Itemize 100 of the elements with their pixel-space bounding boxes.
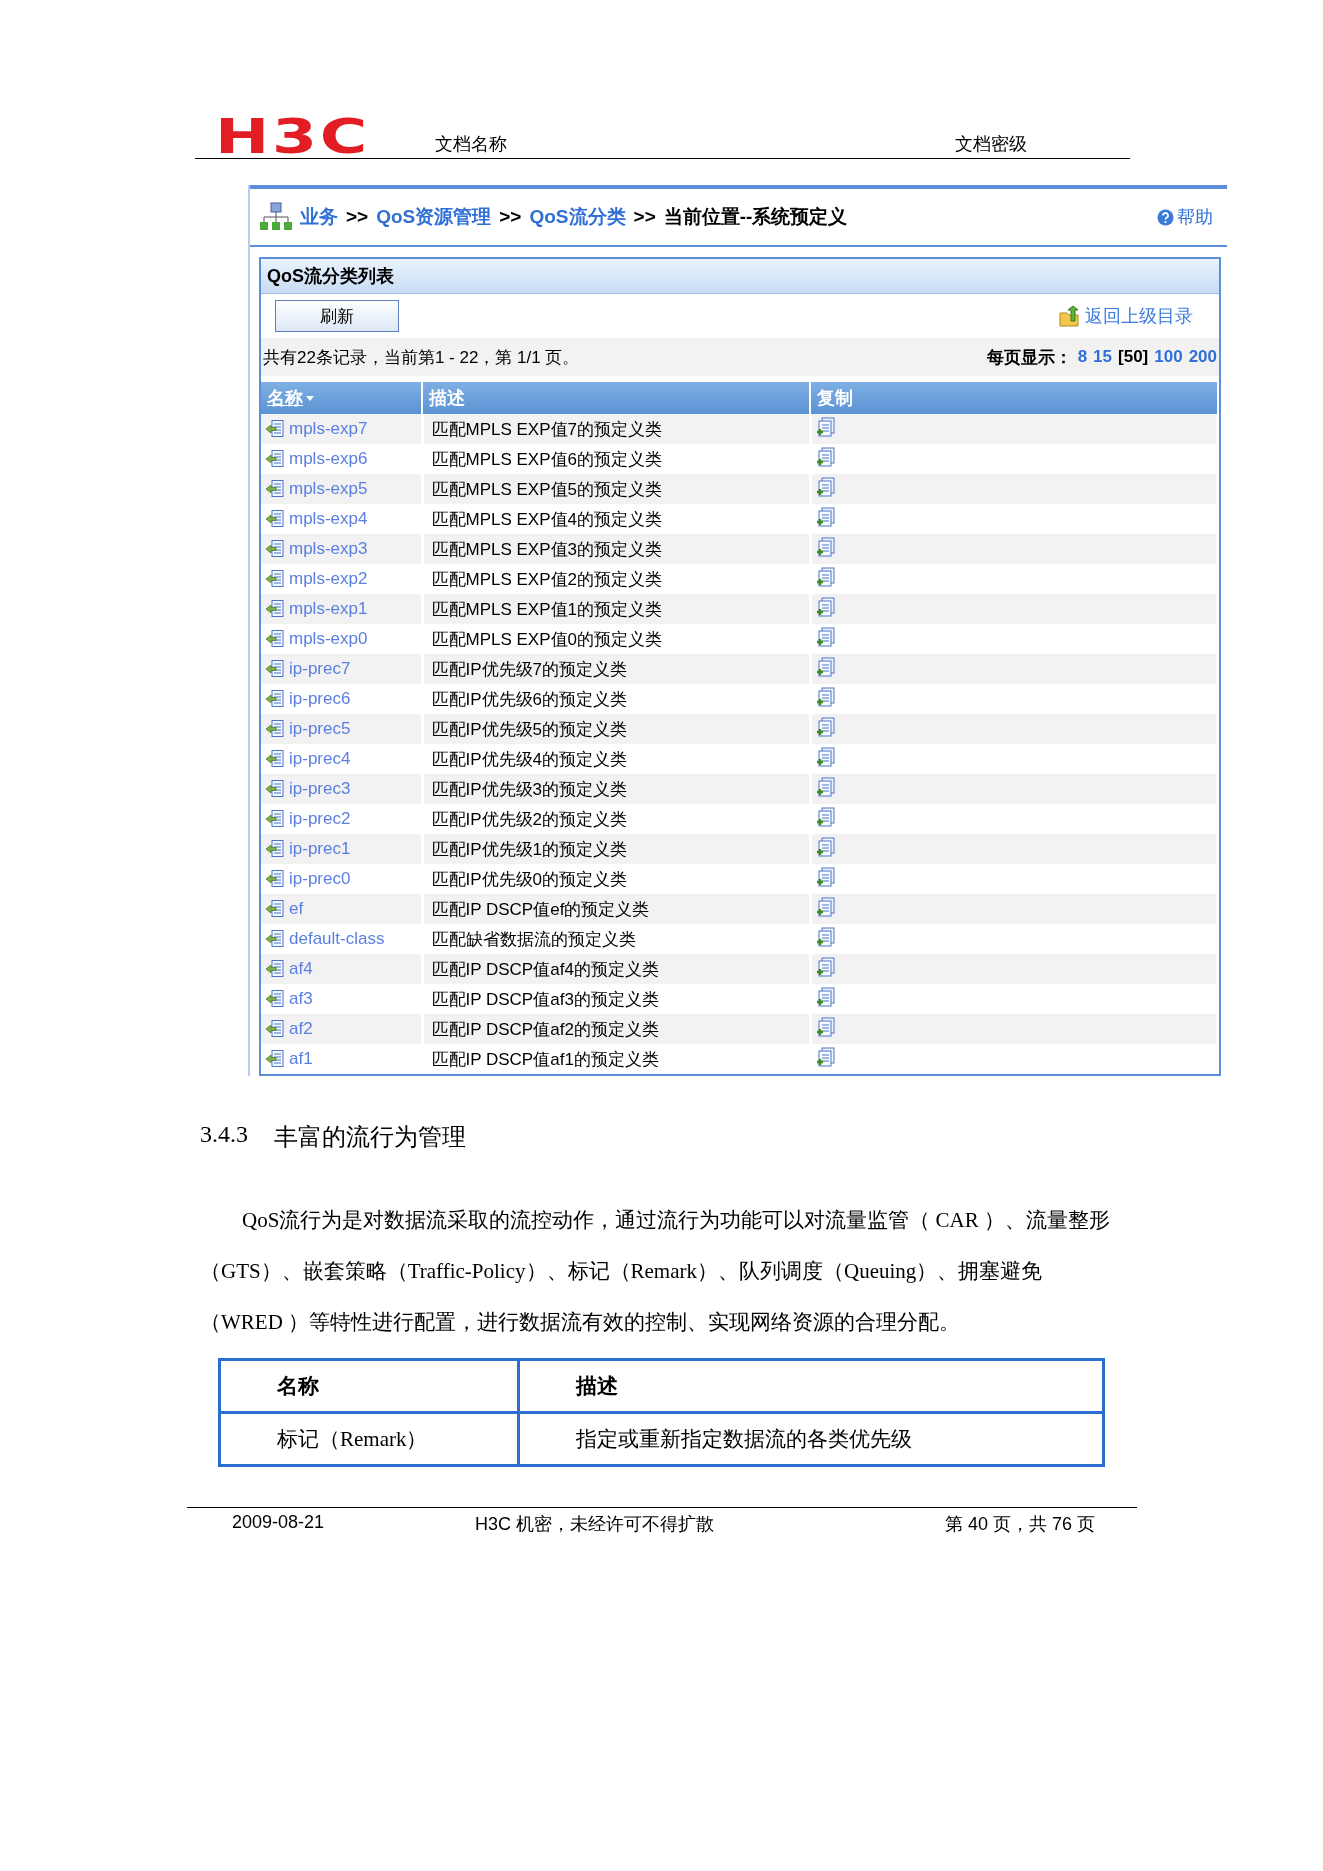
description-cell: 匹配IP DSCP值af2的预定义类 [431, 1019, 659, 1039]
breadcrumb-separator: >> [499, 206, 522, 228]
class-name-link[interactable]: ip-prec0 [289, 869, 351, 889]
document-arrow-icon [265, 989, 285, 1009]
breadcrumb-link[interactable]: 业务 [300, 204, 338, 230]
description-cell: 匹配MPLS EXP值7的预定义类 [431, 419, 662, 439]
document-arrow-icon [265, 869, 285, 889]
copy-icon[interactable] [815, 776, 836, 797]
current-location: 当前位置--系统预定义 [663, 205, 848, 229]
section-number: 3.4.3 [200, 1121, 248, 1149]
copy-icon[interactable] [815, 596, 836, 617]
back-link[interactable]: 返回上级目录 [1059, 304, 1193, 328]
copy-icon[interactable] [815, 566, 836, 587]
copy-icon[interactable] [815, 506, 836, 527]
class-name-link[interactable]: mpls-exp0 [289, 629, 368, 649]
document-arrow-icon [265, 899, 285, 919]
folder-up-icon [1059, 305, 1081, 327]
copy-icon[interactable] [815, 986, 836, 1007]
document-arrow-icon [265, 449, 285, 469]
document-arrow-icon [265, 689, 285, 709]
copy-icon[interactable] [815, 716, 836, 737]
class-name-link[interactable]: af3 [289, 989, 313, 1009]
copy-icon[interactable] [815, 536, 836, 557]
section-title: 丰富的流行为管理 [274, 1123, 466, 1152]
copy-icon[interactable] [815, 446, 836, 467]
body-paragraph: QoS流行为是对数据流采取的流控动作，通过流行为功能可以对流量监管（ CAR ）、流量整形（GTS）、嵌套策略（Traffic-Policy）、标记（Remark）、队列调度（Queuing）、拥塞避免（WRED ）等特性进行配置，进行数据流有效的控制、实现网络资源的合理分配。 [200, 1207, 1112, 1336]
document-arrow-icon [265, 779, 285, 799]
class-name-link[interactable]: ip-prec2 [289, 809, 351, 829]
document-arrow-icon [265, 1019, 285, 1039]
description-cell: 匹配IP优先级0的预定义类 [431, 869, 628, 889]
breadcrumb-separator: >> [346, 206, 369, 228]
copy-icon[interactable] [815, 746, 836, 767]
class-name-link[interactable]: default-class [289, 929, 385, 949]
copy-icon[interactable] [815, 476, 836, 497]
breadcrumb-link[interactable]: QoS流分类 [529, 204, 626, 230]
page-size-label: 每页显示： [986, 346, 1072, 369]
column-header: 复制 [817, 388, 853, 408]
document-arrow-icon [265, 659, 285, 679]
breadcrumb-separator: >> [633, 206, 656, 228]
document-arrow-icon [265, 749, 285, 769]
description-cell: 匹配缺省数据流的预定义类 [431, 929, 636, 949]
class-name-link[interactable]: ef [289, 899, 304, 919]
description-cell: 匹配MPLS EXP值3的预定义类 [431, 539, 662, 559]
document-arrow-icon [265, 569, 285, 589]
copy-icon[interactable] [815, 866, 836, 887]
refresh-button[interactable]: 刷新 [275, 300, 399, 332]
class-name-link[interactable]: ip-prec6 [289, 689, 351, 709]
copy-icon[interactable] [815, 686, 836, 707]
page-size-option[interactable]: [50] [1118, 347, 1149, 367]
sitemap-icon [260, 202, 292, 232]
copy-icon[interactable] [815, 656, 836, 677]
class-name-link[interactable]: mpls-exp4 [289, 509, 368, 529]
class-name-link[interactable]: mpls-exp2 [289, 569, 368, 589]
description-cell: 匹配IP优先级4的预定义类 [431, 749, 628, 769]
page-size-option[interactable]: 8 [1077, 347, 1088, 367]
document-name-label: 文档名称 [435, 133, 508, 156]
copy-icon[interactable] [815, 896, 836, 917]
class-name-link[interactable]: ip-prec4 [289, 749, 351, 769]
description-cell: 匹配IP优先级1的预定义类 [431, 839, 628, 859]
copy-icon[interactable] [815, 1016, 836, 1037]
document-arrow-icon [265, 629, 285, 649]
sort-caret-icon [305, 394, 315, 402]
description-cell: 匹配MPLS EXP值6的预定义类 [431, 449, 662, 469]
logo: H3C [215, 114, 371, 158]
document-arrow-icon [265, 929, 285, 949]
copy-icon[interactable] [815, 926, 836, 947]
class-name-link[interactable]: af2 [289, 1019, 313, 1039]
description-cell: 匹配MPLS EXP值2的预定义类 [431, 569, 662, 589]
table-cell: 指定或重新指定数据流的各类优先级 [518, 1412, 1104, 1466]
page-size-option[interactable]: 100 [1154, 347, 1183, 367]
help-link[interactable]: 帮助 [1157, 205, 1213, 229]
description-cell: 匹配MPLS EXP值0的预定义类 [431, 629, 662, 649]
page-size-option[interactable]: 200 [1188, 347, 1217, 367]
copy-icon[interactable] [815, 956, 836, 977]
description-cell: 匹配IP DSCP值af3的预定义类 [431, 989, 659, 1009]
copy-icon[interactable] [815, 1046, 836, 1067]
panel-title: QoS流分类列表 [261, 259, 1219, 294]
document-arrow-icon [265, 479, 285, 499]
copy-icon[interactable] [815, 836, 836, 857]
class-name-link[interactable]: af1 [289, 1049, 313, 1069]
breadcrumb-link[interactable]: QoS资源管理 [376, 204, 492, 230]
page-size-option[interactable]: 15 [1093, 347, 1112, 367]
footer-notice: H3C 机密，未经许可不得扩散 [475, 1513, 715, 1536]
copy-icon[interactable] [815, 416, 836, 437]
help-icon [1157, 208, 1174, 226]
document-arrow-icon [265, 809, 285, 829]
copy-icon[interactable] [815, 626, 836, 647]
copy-icon[interactable] [815, 806, 836, 827]
document-level-label: 文档密级 [955, 133, 1027, 156]
class-name-link[interactable]: af4 [289, 959, 313, 979]
class-name-link[interactable]: mpls-exp6 [289, 449, 368, 469]
document-arrow-icon [265, 839, 285, 859]
document-arrow-icon [265, 599, 285, 619]
record-summary: 共有22条记录，当前第1 - 22，第 1/1 页。 [263, 346, 580, 369]
page-number: 第 40 页，共 76 页 [945, 1513, 1096, 1536]
description-cell: 匹配IP优先级7的预定义类 [431, 659, 628, 679]
description-cell: 匹配IP DSCP值ef的预定义类 [431, 899, 650, 919]
document-arrow-icon [265, 1049, 285, 1069]
document-arrow-icon [265, 719, 285, 739]
column-header: 描述 [429, 388, 465, 408]
